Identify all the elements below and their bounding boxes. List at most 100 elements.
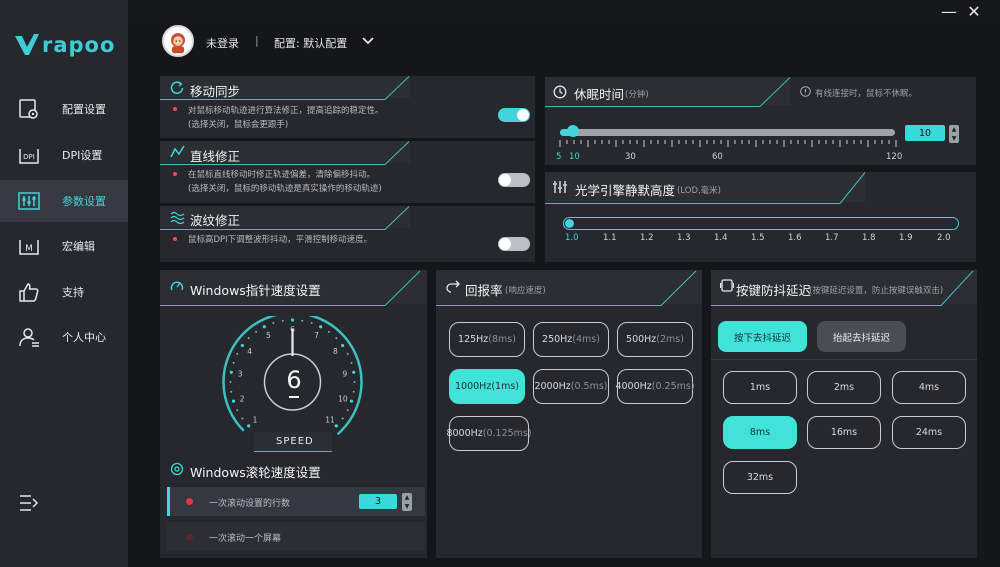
- stepper-down-icon[interactable]: ▼: [952, 135, 957, 142]
- dial-dot: [350, 361, 353, 364]
- dial-dot: [272, 322, 275, 325]
- sleep-label-120: 120: [886, 152, 903, 162]
- polling-2000hz-button[interactable]: 2000Hz (0.5ms): [533, 369, 609, 404]
- debounce-32ms-button[interactable]: 32ms: [723, 461, 797, 494]
- speedometer-icon: [170, 281, 184, 291]
- polling-500hz-button[interactable]: 500Hz (2ms): [617, 322, 693, 357]
- sidebar-item-macro[interactable]: M 宏编辑: [0, 225, 128, 267]
- close-button[interactable]: ✕: [965, 2, 983, 21]
- polling-hz: 2000Hz: [534, 381, 571, 392]
- sidebar-item-support[interactable]: 支持: [0, 271, 128, 313]
- dial-dot: [352, 390, 355, 393]
- lod-label: 1.9: [899, 233, 913, 243]
- minimize-button[interactable]: —: [940, 2, 958, 21]
- sidebar-item-user-center[interactable]: 个人中心: [0, 316, 128, 358]
- dial-dot: [349, 399, 354, 403]
- pointer-speed-title: Windows指针速度设置: [190, 283, 321, 298]
- user-status[interactable]: 未登录: [206, 35, 239, 51]
- sleep-slider-track[interactable]: [560, 129, 895, 136]
- dial-dot: [335, 337, 338, 340]
- dial-dot: [281, 319, 284, 322]
- dial-dot: [247, 337, 250, 340]
- sidebar-item-parameters[interactable]: 参数设置: [0, 180, 128, 222]
- sleep-value-input[interactable]: 10: [905, 125, 945, 141]
- dial-number: 6: [290, 325, 295, 334]
- angle-snap-toggle[interactable]: [498, 173, 530, 187]
- dial-dot: [255, 330, 258, 333]
- ripple-title: 波纹修正: [190, 213, 241, 228]
- sleep-stepper[interactable]: ▲ ▼: [949, 125, 959, 143]
- polling-125hz-button[interactable]: 125Hz (8ms): [449, 322, 525, 357]
- radio-selected[interactable]: [186, 498, 193, 505]
- lod-slider-handle[interactable]: [565, 219, 574, 228]
- sidebar-item-label: 配置设置: [62, 103, 106, 116]
- sleep-title: 休眠时间: [574, 87, 625, 102]
- scroll-lines-input[interactable]: 3: [359, 494, 397, 509]
- polling-8000hz-button[interactable]: 8000Hz (0.125ms): [446, 416, 532, 451]
- svg-text:DPI: DPI: [23, 153, 35, 161]
- sidebar-item-label: 宏编辑: [62, 240, 95, 253]
- polling-ms: (8ms): [488, 334, 516, 345]
- debounce-24ms-button[interactable]: 24ms: [892, 416, 966, 449]
- dial-number: 11: [325, 415, 335, 424]
- sidebar-item-profile-settings[interactable]: 配置设置: [0, 88, 128, 130]
- dial-dot: [290, 318, 295, 322]
- user-avatar-icon: [171, 33, 185, 54]
- polling-250hz-button[interactable]: 250Hz (4ms): [533, 322, 609, 357]
- user-center-icon: [19, 328, 39, 347]
- chevron-down-icon[interactable]: [362, 36, 374, 46]
- divider: [711, 359, 977, 360]
- sleep-note: 有线连接时，鼠标不休眠。: [815, 89, 918, 99]
- avatar[interactable]: [162, 25, 194, 57]
- profile-selector-label[interactable]: 配置: 默认配置: [274, 35, 347, 51]
- svg-text:M: M: [25, 244, 33, 254]
- dial-dot: [352, 370, 356, 374]
- sleep-slider-handle[interactable]: [567, 125, 579, 137]
- polling-1000hz-button[interactable]: 1000Hz (1ms): [449, 369, 525, 404]
- lod-label: 1.5: [751, 233, 765, 243]
- debounce-1ms-button[interactable]: 1ms: [723, 371, 797, 404]
- scroll-lines-stepper[interactable]: ▲ ▼: [402, 493, 412, 511]
- sidebar-item-label: 个人中心: [62, 331, 106, 344]
- sleep-label-10: 10: [569, 152, 580, 162]
- scroll-lines-label: 一次滚动设置的行数: [209, 499, 291, 509]
- release-debounce-tab[interactable]: 抬起去抖延迟: [817, 321, 906, 352]
- polling-ms: (4ms): [572, 334, 600, 345]
- lod-slider-track[interactable]: [563, 217, 959, 230]
- header-separator: |: [255, 34, 259, 47]
- lod-icon: [553, 181, 567, 193]
- scroll-screen-row[interactable]: [167, 522, 425, 551]
- polling-4000hz-button[interactable]: 4000Hz (0.25ms): [615, 369, 695, 404]
- polling-hz: 500Hz: [626, 334, 657, 345]
- debounce-8ms-button[interactable]: 8ms: [723, 416, 797, 449]
- ripple-toggle[interactable]: [498, 237, 530, 251]
- bullet: [173, 172, 177, 176]
- dial-dot: [327, 330, 330, 333]
- debounce-2ms-button[interactable]: 2ms: [807, 371, 881, 404]
- dial-dot: [236, 352, 239, 355]
- radio-unselected[interactable]: [186, 534, 193, 541]
- rapoo-logo: rapoo: [14, 33, 115, 57]
- debounce-16ms-button[interactable]: 16ms: [807, 416, 881, 449]
- stepper-up-icon[interactable]: ▲: [952, 126, 957, 133]
- sidebar-item-label: 参数设置: [62, 195, 106, 208]
- dial-dot: [262, 325, 266, 329]
- sidebar-item-dpi[interactable]: DPI DPI设置: [0, 134, 128, 176]
- lod-unit: (LOD,毫米): [677, 186, 722, 196]
- debounce-4ms-button[interactable]: 4ms: [892, 371, 966, 404]
- motion-sync-toggle[interactable]: [498, 108, 530, 122]
- dial-dot: [346, 352, 349, 355]
- stepper-up-icon[interactable]: ▲: [405, 494, 410, 501]
- value-underline: [289, 396, 299, 398]
- press-debounce-tab[interactable]: 按下去抖延迟: [718, 321, 807, 352]
- dial-dot: [341, 343, 345, 348]
- stepper-down-icon[interactable]: ▼: [405, 503, 410, 510]
- debounce-unit: (按键延迟设置，防止按键误触双击): [809, 286, 944, 296]
- polling-ms: (2ms): [656, 334, 684, 345]
- lod-label: 1.6: [788, 233, 802, 243]
- clock-icon: [553, 85, 567, 99]
- menu-collapse-icon[interactable]: [19, 494, 39, 512]
- debounce-title: 按键防抖延迟: [736, 283, 812, 298]
- sleep-ticks: [559, 140, 897, 147]
- dial-dot: [240, 343, 244, 348]
